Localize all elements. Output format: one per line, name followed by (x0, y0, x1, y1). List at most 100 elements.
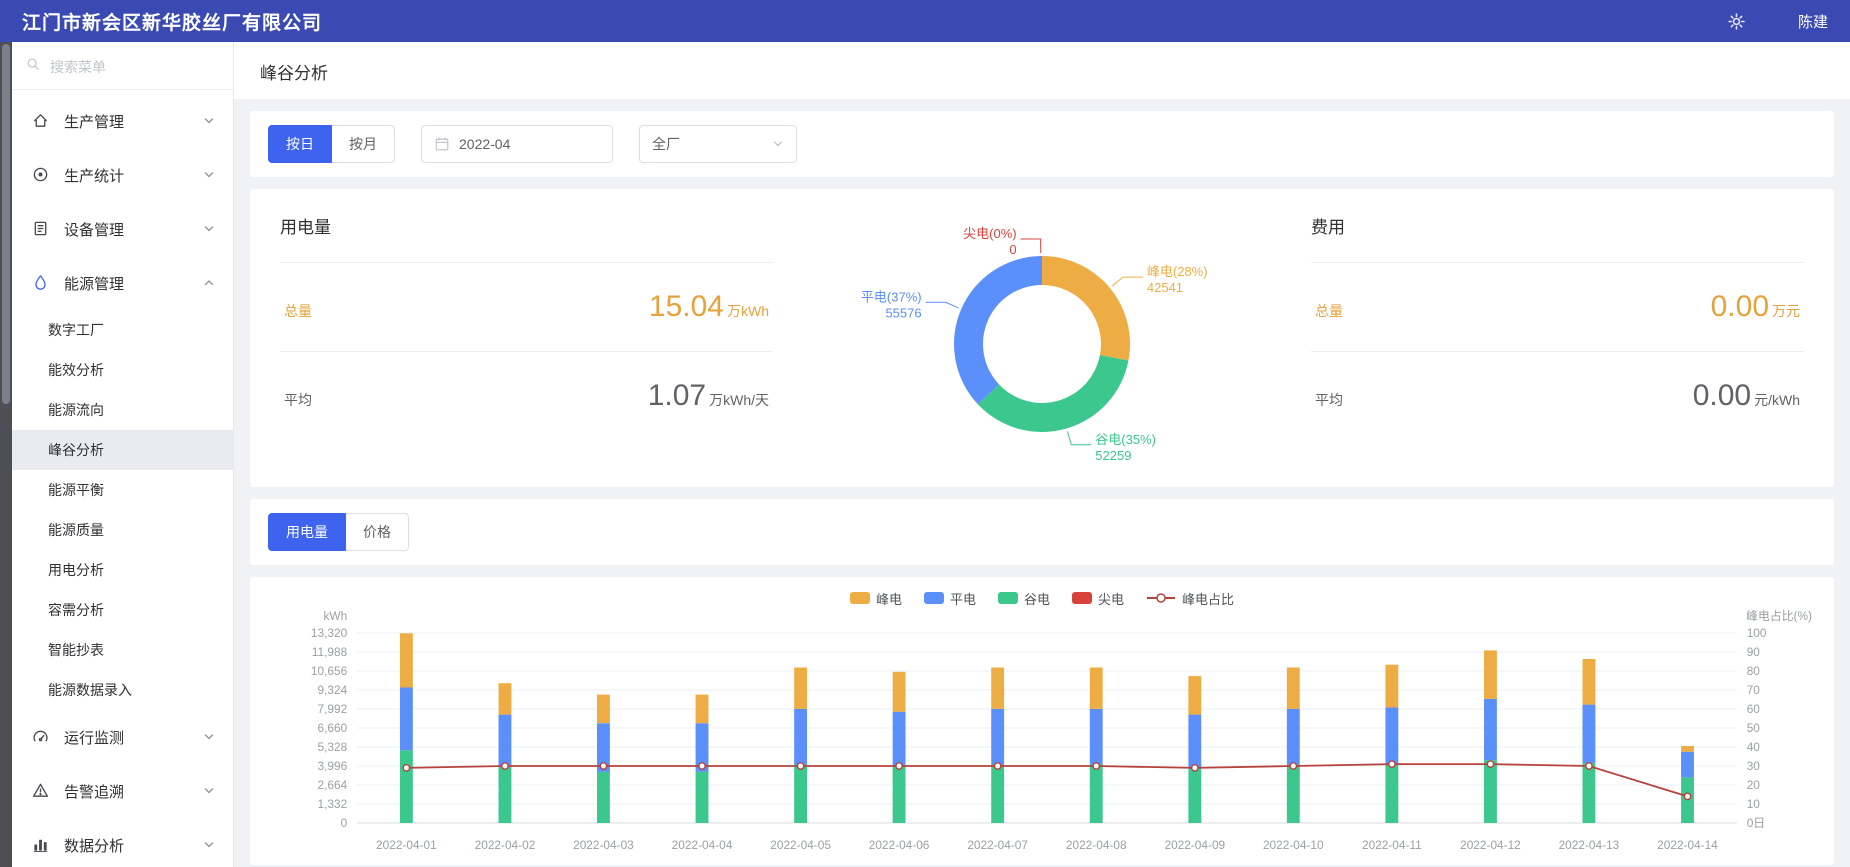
energy-total-row: 总量 15.04万kWh (280, 262, 773, 351)
page-title: 峰谷分析 (260, 59, 1824, 84)
energy-avg-unit: 万kWh/天 (709, 392, 769, 408)
monitor-icon (32, 728, 50, 746)
left-axis-tick: 9,324 (318, 683, 348, 697)
energy-avg-row: 平均 1.07万kWh/天 (280, 351, 773, 440)
sidebar-subitem-label: 用电分析 (48, 560, 104, 580)
sidebar-subitem-digital-factory[interactable]: 数字工厂 (12, 310, 233, 350)
tab-energy[interactable]: 用电量 (268, 513, 346, 551)
legend-label: 峰电 (876, 589, 902, 608)
by-day-button[interactable]: 按日 (268, 125, 332, 163)
donut-slice-flat[interactable] (954, 256, 1042, 404)
scope-select[interactable]: 全厂 (639, 125, 797, 163)
legend-item-valley[interactable]: 谷电 (998, 589, 1050, 608)
chevron-down-icon (203, 731, 215, 743)
legend-item-peak-ratio[interactable]: 峰电占比 (1146, 589, 1234, 608)
bar-valley (1188, 767, 1201, 823)
bar-chart-svg[interactable]: kWh峰电占比(%)13,32010011,9889010,656809,324… (270, 607, 1814, 859)
bar-flat (1188, 715, 1201, 768)
sidebar-subitem-label: 数字工厂 (48, 320, 104, 340)
sidebar-subitem-electricity-analysis[interactable]: 用电分析 (12, 550, 233, 590)
sidebar-subitem-energy-flow[interactable]: 能源流向 (12, 390, 233, 430)
legend-item-flat[interactable]: 平电 (924, 589, 976, 608)
sidebar-item-label: 告警追溯 (64, 781, 203, 802)
company-title: 江门市新会区新华胶丝厂有限公司 (22, 8, 322, 35)
energy-avg-label: 平均 (284, 390, 312, 410)
cost-total-value-wrap: 0.00万元 (1711, 290, 1800, 324)
left-axis-tick: 7,992 (318, 702, 348, 716)
sidebar-item-energy-management[interactable]: 能源管理 (12, 256, 233, 310)
sidebar-subitem-energy-efficiency[interactable]: 能效分析 (12, 350, 233, 390)
swatch-icon (850, 592, 870, 604)
main-area: 峰谷分析 按日 按月 2022-04 全厂 (234, 42, 1850, 867)
energy-total-value-wrap: 15.04万kWh (649, 290, 769, 324)
legend-label: 尖电 (1098, 589, 1124, 608)
sidebar-item-production-management[interactable]: 生产管理 (12, 94, 233, 148)
peak-ratio-point (1192, 765, 1198, 771)
bar-flat (991, 709, 1004, 765)
peak-ratio-point (1290, 763, 1296, 769)
bar-valley (400, 750, 413, 823)
peak-ratio-point (1487, 761, 1493, 767)
bar-peak (597, 695, 610, 724)
peak-ratio-point (1684, 793, 1690, 799)
sidebar-subitem-energy-balance[interactable]: 能源平衡 (12, 470, 233, 510)
sidebar-item-operation-monitoring[interactable]: 运行监测 (12, 710, 233, 764)
right-axis-tick: 0日 (1747, 816, 1765, 830)
legend-label: 峰电占比 (1182, 589, 1234, 608)
right-axis-tick: 10 (1747, 797, 1761, 811)
chevron-down-icon (203, 169, 215, 181)
sidebar-subitem-energy-quality[interactable]: 能源质量 (12, 510, 233, 550)
right-axis-tick: 100 (1747, 626, 1767, 640)
sidebar-subitem-energy-data-entry[interactable]: 能源数据录入 (12, 670, 233, 710)
cost-total-unit: 万元 (1772, 303, 1800, 319)
x-axis-tick: 2022-04-06 (869, 838, 930, 852)
by-month-button[interactable]: 按月 (332, 125, 395, 163)
bar-valley (893, 766, 906, 823)
left-scrollbar[interactable] (0, 42, 12, 867)
sidebar-item-label: 能源管理 (64, 273, 203, 294)
user-name[interactable]: 陈建 (1798, 11, 1828, 32)
tab-price[interactable]: 价格 (346, 513, 409, 551)
donut-label-name: 平电(37%) (861, 289, 922, 304)
donut-slice-valley[interactable] (978, 355, 1129, 432)
month-picker-value: 2022-04 (459, 136, 510, 152)
legend-label: 平电 (950, 589, 976, 608)
legend-item-peak[interactable]: 峰电 (850, 589, 902, 608)
month-picker[interactable]: 2022-04 (421, 125, 613, 163)
sidebar-subitem-smart-meter-reading[interactable]: 智能抄表 (12, 630, 233, 670)
donut-chart[interactable]: 尖电(0%)0峰电(28%)42541谷电(35%)52259平电(37%)55… (807, 209, 1277, 479)
donut-label-name: 尖电(0%) (963, 226, 1016, 241)
scrollbar-thumb[interactable] (2, 44, 10, 404)
bar-peak (1188, 676, 1201, 715)
donut-svg[interactable]: 尖电(0%)0峰电(28%)42541谷电(35%)52259平电(37%)55… (807, 209, 1277, 479)
sidebar-subitem-peak-valley-analysis[interactable]: 峰谷分析 (12, 430, 233, 470)
chevron-down-icon (203, 115, 215, 127)
donut-slice-peak[interactable] (1042, 256, 1130, 360)
sidebar-subitem-capacity-demand-analysis[interactable]: 容需分析 (12, 590, 233, 630)
peak-ratio-point (797, 763, 803, 769)
peak-ratio-point (699, 763, 705, 769)
sidebar-item-alarm-tracing[interactable]: 告警追溯 (12, 764, 233, 818)
x-axis-tick: 2022-04-13 (1559, 838, 1620, 852)
sidebar-item-production-statistics[interactable]: 生产统计 (12, 148, 233, 202)
donut-label-value: 55576 (885, 305, 921, 320)
menu-search-input[interactable] (48, 58, 198, 76)
cost-avg-label: 平均 (1315, 390, 1343, 410)
x-axis-tick: 2022-04-01 (376, 838, 437, 852)
cost-total-label: 总量 (1315, 301, 1343, 321)
sidebar-item-data-analysis[interactable]: 数据分析 (12, 818, 233, 867)
peak-ratio-point (1093, 763, 1099, 769)
donut-label-value: 0 (1009, 242, 1016, 257)
search-icon (26, 57, 40, 76)
x-axis-tick: 2022-04-09 (1164, 838, 1225, 852)
chevron-up-icon (203, 277, 215, 289)
bar-valley (1287, 765, 1300, 824)
settings-gear-icon[interactable] (1727, 12, 1746, 31)
right-axis-tick: 70 (1747, 683, 1761, 697)
bar-flat (400, 688, 413, 751)
sidebar-item-equipment-management[interactable]: 设备管理 (12, 202, 233, 256)
bar-peak (1484, 650, 1497, 699)
legend-item-sharp[interactable]: 尖电 (1072, 589, 1124, 608)
cost-avg-value-wrap: 0.00元/kWh (1693, 379, 1800, 413)
right-axis-name: 峰电占比(%) (1746, 609, 1812, 623)
